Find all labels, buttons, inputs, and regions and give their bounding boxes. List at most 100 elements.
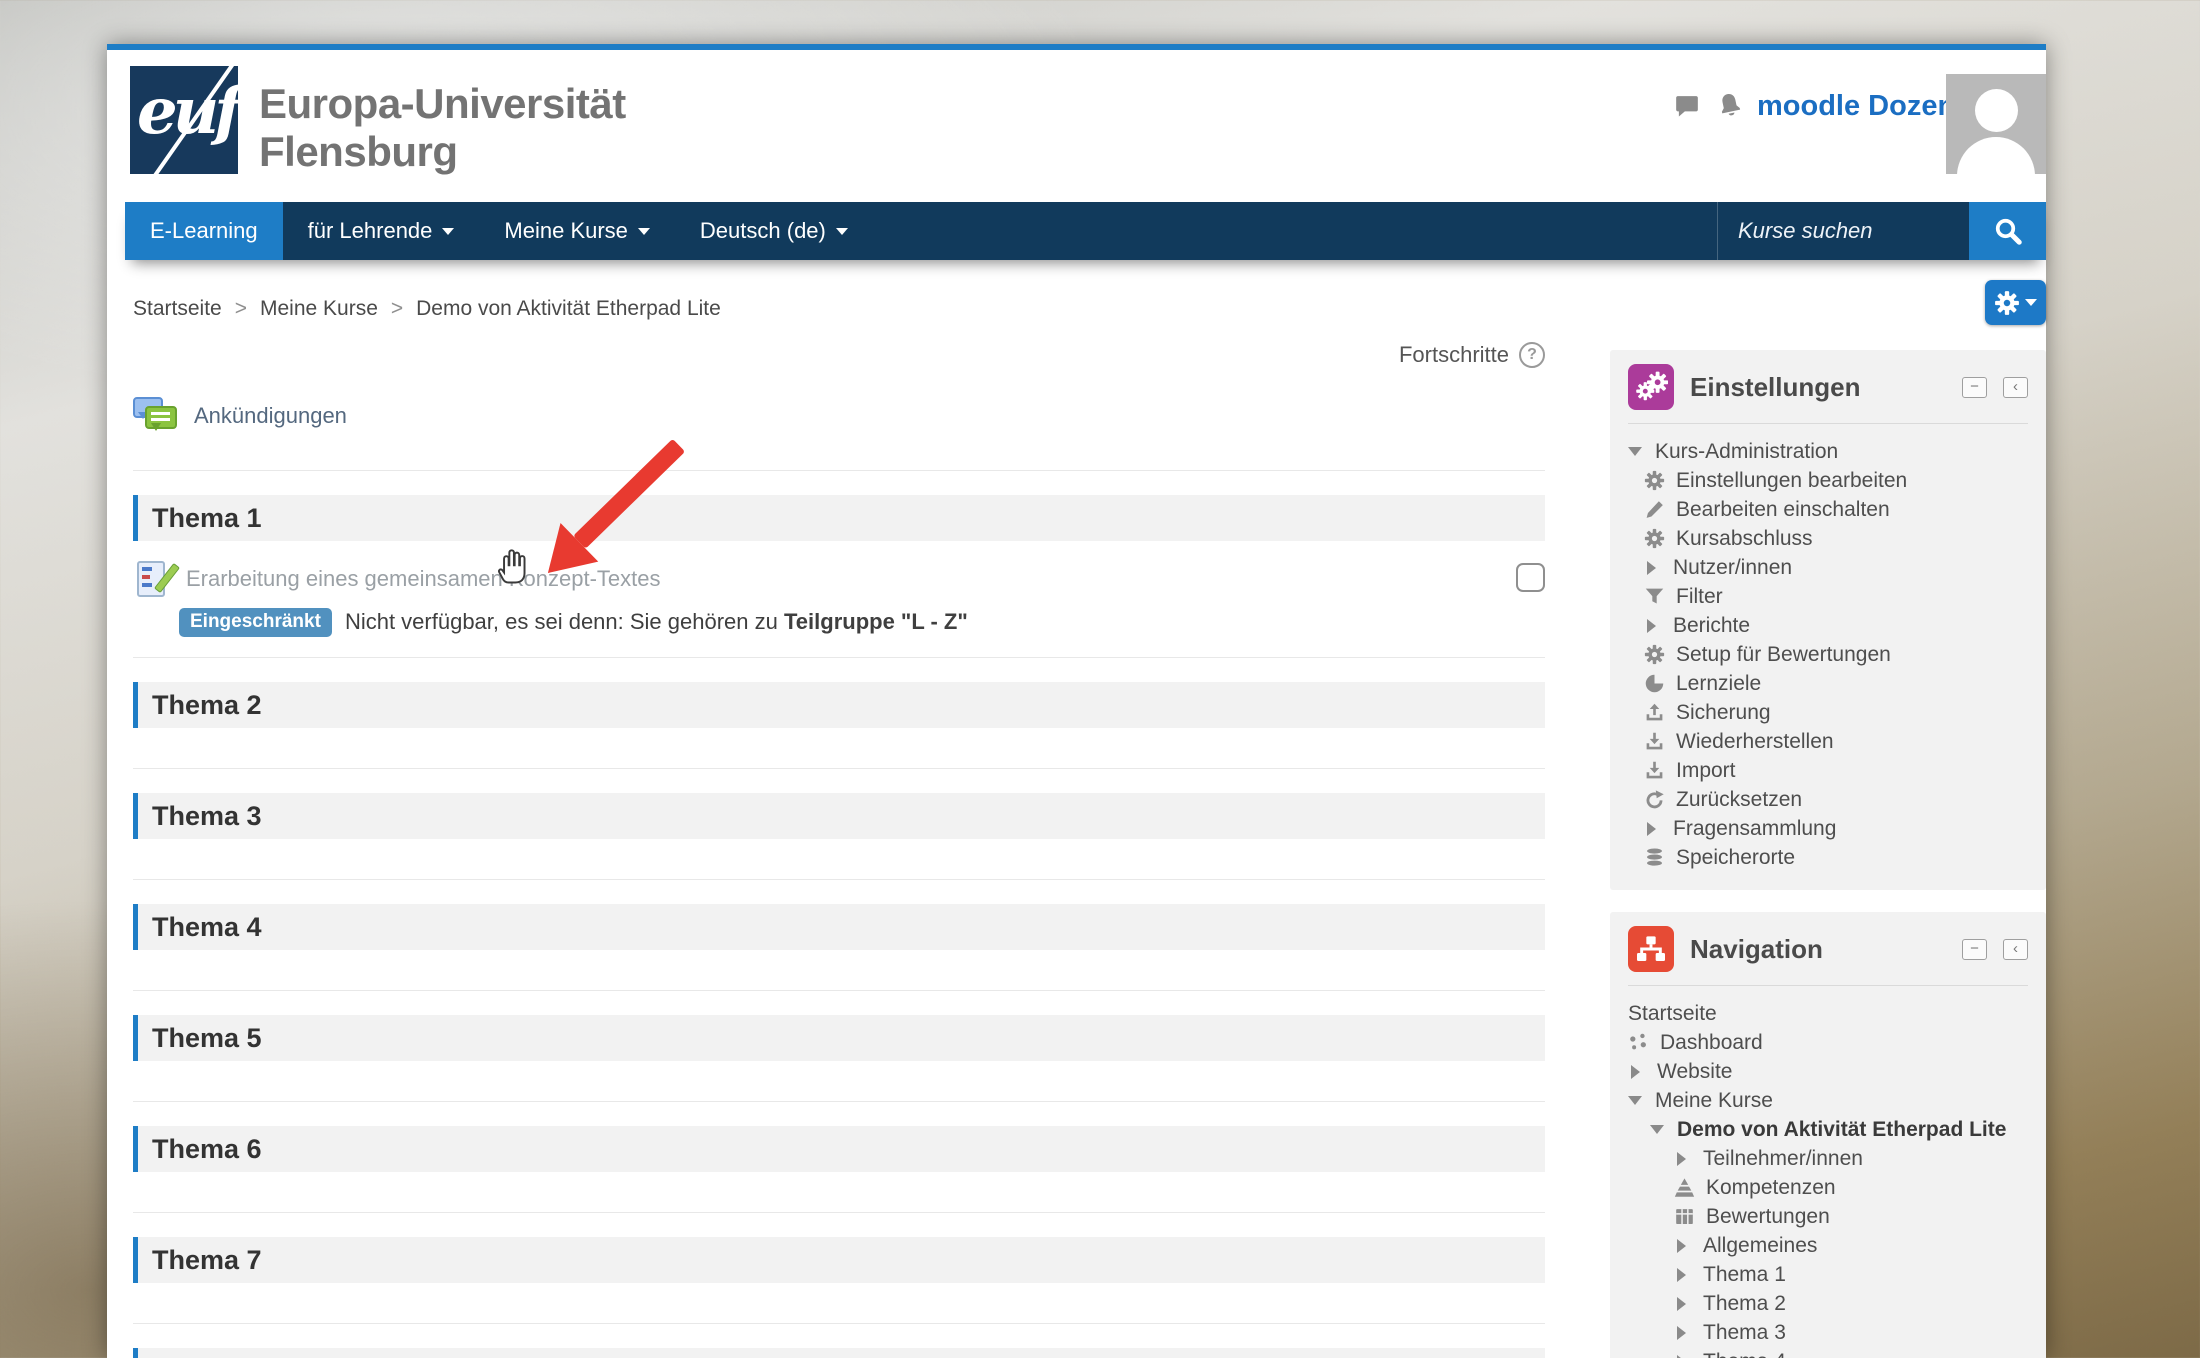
settings-item-einstellungen-bearbeiten[interactable]: Einstellungen bearbeiten — [1628, 466, 2028, 495]
settings-item-kurs-administration[interactable]: Kurs-Administration — [1628, 437, 2028, 466]
nav-tree-thema-1[interactable]: Thema 1 — [1628, 1260, 2028, 1289]
nav-tree-thema-4[interactable]: Thema 4 — [1628, 1347, 2028, 1358]
section-thema-1: Thema 1 Erarbeitung eines gemeinsamen Ko… — [133, 470, 1545, 657]
course-settings-button[interactable] — [1985, 280, 2046, 325]
university-name: Europa-Universität Flensburg — [259, 80, 626, 176]
settings-item-filter[interactable]: Filter — [1628, 582, 2028, 611]
chevron-down-icon — [1650, 1125, 1664, 1134]
announcements-link[interactable]: Ankündigungen — [194, 403, 347, 429]
nav-item-elearning[interactable]: E-Learning — [125, 202, 283, 260]
nav-tree-startseite[interactable]: Startseite — [1628, 999, 2028, 1028]
grade-table-icon — [1674, 1206, 1695, 1227]
settings-block: Einstellungen − ‹ Kurs-Administration Ei… — [1610, 350, 2046, 890]
undo-icon — [1644, 789, 1665, 810]
settings-item-wiederherstellen[interactable]: Wiederherstellen — [1628, 727, 2028, 756]
settings-item-bearbeiten-einschalten[interactable]: Bearbeiten einschalten — [1628, 495, 2028, 524]
sitemap-icon — [1635, 933, 1667, 965]
section-title-bar: Thema 6 — [133, 1126, 1545, 1172]
nav-tree-dashboard[interactable]: Dashboard — [1628, 1028, 2028, 1057]
settings-item-sicherung[interactable]: Sicherung — [1628, 698, 2028, 727]
breadcrumb-meine-kurse[interactable]: Meine Kurse — [260, 297, 378, 321]
navigation-block-icon — [1628, 926, 1674, 972]
nav-tree-current-course[interactable]: Demo von Aktivität Etherpad Lite — [1628, 1115, 2028, 1144]
breadcrumb-separator: > — [235, 297, 247, 321]
navigation-block-title: Navigation — [1690, 934, 1946, 965]
settings-item-speicherorte[interactable]: Speicherorte — [1628, 843, 2028, 872]
restriction-row: Eingeschränkt Nicht verfügbar, es sei de… — [179, 607, 1545, 637]
help-icon[interactable]: ? — [1519, 342, 1545, 368]
settings-block-icon — [1628, 364, 1674, 410]
chevron-right-icon — [1677, 1326, 1686, 1340]
navigation-block-header: Navigation − ‹ — [1628, 926, 2028, 986]
avatar[interactable] — [1946, 74, 2046, 174]
navigation-tree: Startseite Dashboard Website Meine Kurse — [1628, 999, 2028, 1358]
settings-item-setup-bewertungen[interactable]: Setup für Bewertungen — [1628, 640, 2028, 669]
messages-icon[interactable] — [1673, 94, 1701, 120]
chevron-right-icon — [1647, 822, 1656, 836]
progress-row: Fortschritte ? — [133, 338, 1545, 372]
completion-checkbox[interactable] — [1516, 563, 1545, 592]
chevron-right-icon — [1677, 1152, 1686, 1166]
settings-item-fragensammlung[interactable]: Fragensammlung — [1628, 814, 2028, 843]
university-logo[interactable]: euf — [130, 66, 238, 174]
chevron-down-icon — [442, 228, 454, 235]
upload-icon — [1644, 702, 1665, 723]
site-header: euf Europa-Universität Flensburg moodle … — [107, 50, 2046, 202]
activity-link[interactable]: Erarbeitung eines gemeinsamen Konzept-Te… — [186, 566, 661, 592]
section-title-bar: Thema 2 — [133, 682, 1545, 728]
section-thema-8: Thema 8 — [133, 1323, 1545, 1358]
avatar-torso — [1957, 137, 2035, 174]
nav-item-meine-kurse[interactable]: Meine Kurse — [479, 202, 675, 260]
dock-block-icon[interactable]: ‹ — [2003, 939, 2028, 960]
section-thema-3: Thema 3 — [133, 768, 1545, 879]
search-input[interactable] — [1718, 218, 1969, 244]
activity-row: Erarbeitung eines gemeinsamen Konzept-Te… — [133, 559, 1545, 599]
nav-item-fuer-lehrende[interactable]: für Lehrende — [283, 202, 480, 260]
restriction-text: Nicht verfügbar, es sei denn: Sie gehöre… — [345, 609, 784, 634]
nav-tree-thema-2[interactable]: Thema 2 — [1628, 1289, 2028, 1318]
settings-item-zuruecksetzen[interactable]: Zurücksetzen — [1628, 785, 2028, 814]
chevron-right-icon — [1677, 1297, 1686, 1311]
chevron-down-icon — [836, 228, 848, 235]
etherpad-activity-icon — [137, 559, 173, 599]
settings-item-kursabschluss[interactable]: Kursabschluss — [1628, 524, 2028, 553]
gear-icon — [1644, 644, 1665, 665]
section-thema-4: Thema 4 — [133, 879, 1545, 990]
gear-icon — [1644, 470, 1665, 491]
settings-item-nutzer-innen[interactable]: Nutzer/innen — [1628, 553, 2028, 582]
nav-tree-bewertungen[interactable]: Bewertungen — [1628, 1202, 2028, 1231]
minimize-block-icon[interactable]: − — [1962, 939, 1987, 960]
search-button[interactable] — [1969, 202, 2046, 260]
chevron-down-icon — [1628, 1096, 1642, 1105]
settings-item-import[interactable]: Import — [1628, 756, 2028, 785]
section-title-bar: Thema 5 — [133, 1015, 1545, 1061]
nav-tree-kompetenzen[interactable]: Kompetenzen — [1628, 1173, 2028, 1202]
progress-label: Fortschritte — [1399, 342, 1509, 368]
chevron-right-icon — [1647, 619, 1656, 633]
gears-icon — [1634, 370, 1668, 404]
chevron-down-icon — [638, 228, 650, 235]
announcements-row: Ankündigungen — [133, 396, 1545, 436]
search-icon — [1993, 216, 2023, 246]
main-navbar: E-Learning für Lehrende Meine Kurse Deut… — [125, 202, 2046, 260]
section-title-bar: Thema 8 — [133, 1348, 1545, 1358]
nav-item-language[interactable]: Deutsch (de) — [675, 202, 873, 260]
breadcrumb-startseite[interactable]: Startseite — [133, 297, 222, 321]
chevron-right-icon — [1677, 1239, 1686, 1253]
search-box — [1717, 202, 1969, 260]
section-thema-5: Thema 5 — [133, 990, 1545, 1101]
notifications-bell-icon[interactable] — [1715, 90, 1745, 122]
nav-tree-meine-kurse[interactable]: Meine Kurse — [1628, 1086, 2028, 1115]
forum-bubble-green — [145, 406, 177, 429]
settings-item-lernziele[interactable]: Lernziele — [1628, 669, 2028, 698]
chevron-down-icon — [2025, 299, 2037, 306]
minimize-block-icon[interactable]: − — [1962, 377, 1987, 398]
nav-tree-teilnehmer[interactable]: Teilnehmer/innen — [1628, 1144, 2028, 1173]
nav-tree-allgemeines[interactable]: Allgemeines — [1628, 1231, 2028, 1260]
nav-tree-thema-3[interactable]: Thema 3 — [1628, 1318, 2028, 1347]
settings-item-berichte[interactable]: Berichte — [1628, 611, 2028, 640]
download-icon — [1644, 731, 1665, 752]
dock-block-icon[interactable]: ‹ — [2003, 377, 2028, 398]
logo-text: euf — [137, 74, 237, 149]
nav-tree-website[interactable]: Website — [1628, 1057, 2028, 1086]
